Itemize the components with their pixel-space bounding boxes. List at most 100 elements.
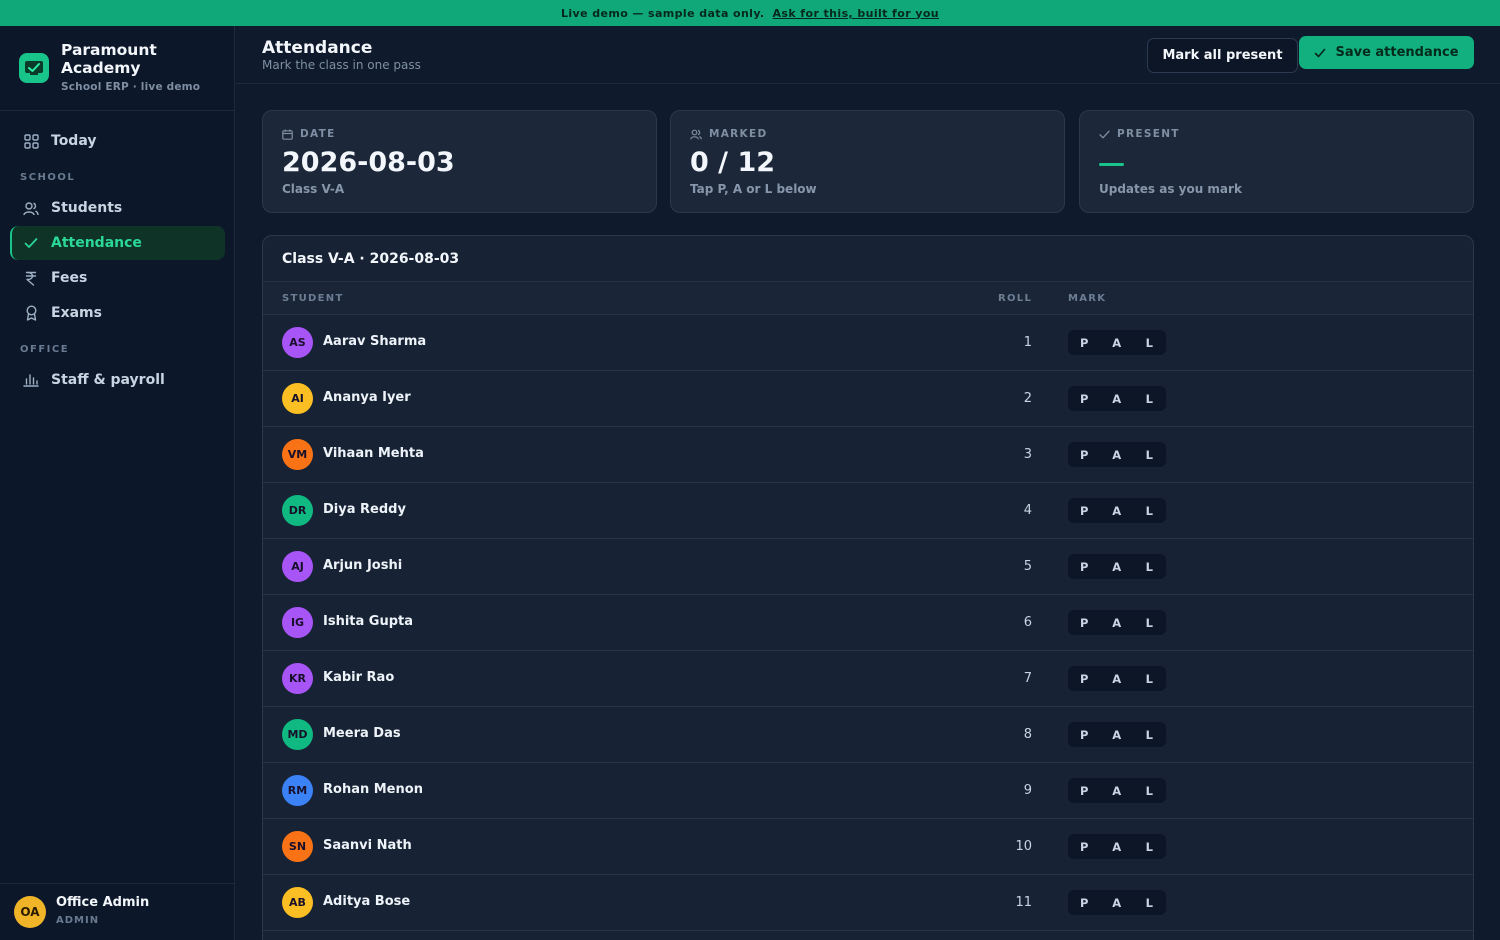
- sidebar-item-label: Fees: [51, 270, 88, 286]
- mark-late-button[interactable]: L: [1133, 834, 1166, 859]
- check-icon: [1099, 130, 1110, 139]
- sidebar-item-today[interactable]: Today: [10, 124, 225, 158]
- mark-late-button[interactable]: L: [1133, 498, 1166, 523]
- present-caption-text: PRESENT: [1117, 128, 1180, 140]
- table-row: MD Meera Das 8 P A L: [263, 707, 1473, 763]
- sidebar-item-label: Exams: [51, 305, 102, 321]
- mark-late-button[interactable]: L: [1133, 666, 1166, 691]
- mark-toggle-group: PAL: [1068, 666, 1166, 691]
- mark-toggle-group: PAL: [1068, 330, 1166, 355]
- avatar: VM: [282, 439, 313, 470]
- mark-late-button[interactable]: L: [1133, 610, 1166, 635]
- avatar: AJ: [282, 551, 313, 582]
- user-profile[interactable]: OA Office Admin ADMIN: [0, 883, 235, 940]
- column-header-roll: ROLL: [998, 293, 1033, 304]
- sidebar-item-students[interactable]: Students: [10, 191, 225, 225]
- mark-late-button[interactable]: L: [1133, 890, 1166, 915]
- sidebar-item-exams[interactable]: Exams: [10, 296, 225, 330]
- mark-present-button[interactable]: P: [1068, 722, 1101, 747]
- mark-present-button[interactable]: P: [1068, 834, 1101, 859]
- avatar: SN: [282, 831, 313, 862]
- marked-value: 0 / 12: [690, 147, 776, 178]
- mark-absent-button[interactable]: A: [1101, 666, 1134, 691]
- mark-present-button[interactable]: P: [1068, 498, 1101, 523]
- mark-absent-button[interactable]: A: [1101, 834, 1134, 859]
- roll-number: 2: [1023, 391, 1032, 406]
- mark-all-present-button[interactable]: Mark all present: [1147, 38, 1298, 73]
- brand-subtitle: School ERP · live demo: [61, 81, 201, 93]
- save-attendance-label: Save attendance: [1335, 45, 1459, 60]
- mark-present-button[interactable]: P: [1068, 386, 1101, 411]
- student-name: Aditya Bose: [323, 894, 411, 909]
- save-attendance-button[interactable]: Save attendance: [1299, 36, 1474, 69]
- sidebar-item-fees[interactable]: Fees: [10, 261, 225, 295]
- school-logo-icon: [19, 53, 49, 83]
- mark-present-button[interactable]: P: [1068, 890, 1101, 915]
- mark-late-button[interactable]: L: [1133, 386, 1166, 411]
- avatar: IG: [282, 607, 313, 638]
- mark-toggle-group: PAL: [1068, 498, 1166, 523]
- mark-present-button[interactable]: P: [1068, 610, 1101, 635]
- page-subtitle: Mark the class in one pass: [262, 58, 421, 72]
- table-row: AS Aarav Sharma 1 P A L: [263, 315, 1473, 371]
- table-row: VM Vihaan Mehta 3 P A L: [263, 427, 1473, 483]
- mark-present-button[interactable]: P: [1068, 442, 1101, 467]
- table-row: KR Kabir Rao 7 P A L: [263, 651, 1473, 707]
- nav-section-office: OFFICE: [20, 344, 70, 355]
- sidebar: Paramount Academy School ERP · live demo…: [0, 26, 235, 940]
- mark-absent-button[interactable]: A: [1101, 498, 1134, 523]
- table-header: STUDENT ROLL MARK: [263, 281, 1473, 315]
- mark-present-button[interactable]: P: [1068, 778, 1101, 803]
- rupee-icon: [23, 270, 39, 286]
- mark-late-button[interactable]: L: [1133, 442, 1166, 467]
- mark-present-button[interactable]: P: [1068, 330, 1101, 355]
- roll-number: 4: [1023, 503, 1032, 518]
- marked-caption: MARKED: [690, 128, 768, 140]
- marked-note: Tap P, A or L below: [690, 182, 817, 196]
- mark-late-button[interactable]: L: [1133, 330, 1166, 355]
- mark-absent-button[interactable]: A: [1101, 386, 1134, 411]
- student-name: Arjun Joshi: [323, 558, 403, 573]
- mark-present-button[interactable]: P: [1068, 666, 1101, 691]
- table-row: AJ Arjun Joshi 5 P A L: [263, 539, 1473, 595]
- sidebar-item-label: Staff & payroll: [51, 372, 165, 388]
- mark-absent-button[interactable]: A: [1101, 722, 1134, 747]
- mark-toggle-group: PAL: [1068, 442, 1166, 467]
- avatar: OA: [14, 896, 46, 928]
- student-name: Rohan Menon: [323, 782, 423, 797]
- mark-absent-button[interactable]: A: [1101, 610, 1134, 635]
- student-name: Diya Reddy: [323, 502, 406, 517]
- table-row: RM Rohan Menon 9 P A L: [263, 763, 1473, 819]
- mark-toggle-group: PAL: [1068, 778, 1166, 803]
- mark-late-button[interactable]: L: [1133, 554, 1166, 579]
- sidebar-item-label: Attendance: [51, 235, 142, 251]
- mark-present-button[interactable]: P: [1068, 554, 1101, 579]
- mark-absent-button[interactable]: A: [1101, 330, 1134, 355]
- mark-absent-button[interactable]: A: [1101, 554, 1134, 579]
- student-name: Aarav Sharma: [323, 334, 427, 349]
- sidebar-item-attendance[interactable]: Attendance: [10, 226, 225, 260]
- brand: Paramount Academy School ERP · live demo: [0, 26, 234, 111]
- check-icon: [1314, 48, 1326, 58]
- nav-section-school: SCHOOL: [20, 172, 76, 183]
- mark-absent-button[interactable]: A: [1101, 778, 1134, 803]
- mark-toggle-group: PAL: [1068, 890, 1166, 915]
- mark-late-button[interactable]: L: [1133, 722, 1166, 747]
- sidebar-item-staff-payroll[interactable]: Staff & payroll: [10, 363, 225, 397]
- mark-absent-button[interactable]: A: [1101, 442, 1134, 467]
- roll-number: 8: [1023, 727, 1032, 742]
- roll-number: 11: [1015, 895, 1032, 910]
- sidebar-item-label: Today: [51, 133, 97, 149]
- table-row: SN Saanvi Nath 10 P A L: [263, 819, 1473, 875]
- table-row: PAL: [263, 931, 1473, 940]
- table-row: AB Aditya Bose 11 P A L: [263, 875, 1473, 931]
- roll-number: 7: [1023, 671, 1032, 686]
- attendance-table: Class V-A · 2026-08-03 STUDENT ROLL MARK…: [262, 235, 1474, 940]
- mark-absent-button[interactable]: A: [1101, 890, 1134, 915]
- roll-number: 3: [1023, 447, 1032, 462]
- banner-link[interactable]: Ask for this, built for you: [773, 7, 940, 20]
- student-name: Ishita Gupta: [323, 614, 414, 629]
- mark-late-button[interactable]: L: [1133, 778, 1166, 803]
- date-value: 2026-08-03: [282, 147, 455, 178]
- student-name: Meera Das: [323, 726, 401, 741]
